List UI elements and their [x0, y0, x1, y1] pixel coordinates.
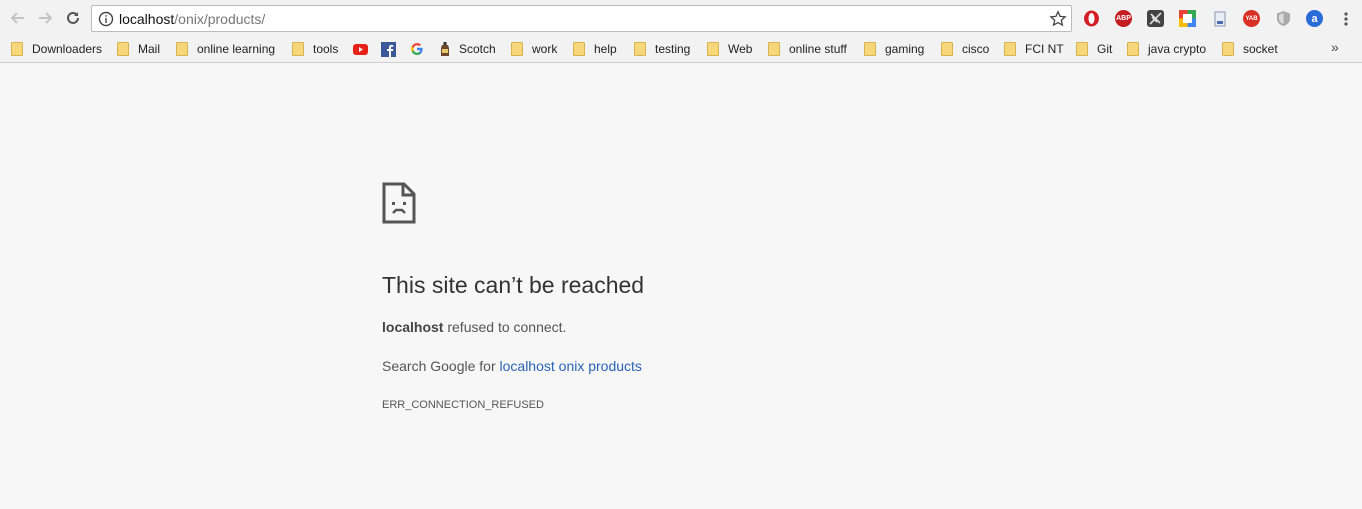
back-arrow-icon	[10, 12, 24, 24]
bookmark-gaming[interactable]: gaming	[864, 40, 924, 58]
bookmark-label: Mail	[138, 42, 161, 56]
bookmark-web[interactable]: Web	[707, 40, 752, 58]
bookmark-label: online stuff	[789, 42, 847, 56]
bookmark-mail[interactable]: Mail	[117, 40, 160, 58]
folder-icon	[1076, 42, 1088, 56]
bookmark-label: Scotch	[459, 42, 496, 56]
folder-icon	[573, 42, 585, 56]
folder-icon	[864, 42, 876, 56]
abp-label: ABP	[1116, 15, 1131, 22]
folder-icon	[292, 42, 304, 56]
bookmark-label: tools	[313, 42, 339, 56]
error-message-text: refused to connect.	[443, 319, 567, 335]
folder-icon	[941, 42, 953, 56]
reload-icon	[67, 11, 79, 24]
tools-extension-icon[interactable]	[1147, 10, 1164, 27]
bookmark-facebook[interactable]	[381, 40, 403, 58]
forward-button[interactable]	[35, 8, 55, 28]
folder-icon	[176, 42, 188, 56]
folder-icon	[768, 42, 780, 56]
folder-icon	[1222, 42, 1234, 56]
more-bookmarks-chevron-icon[interactable]: »	[1331, 39, 1339, 55]
scotch-icon	[437, 41, 452, 57]
document-extension-icon[interactable]	[1211, 10, 1228, 27]
suggest-prefix: Search Google for	[382, 358, 500, 374]
error-code: ERR_CONNECTION_REFUSED	[382, 399, 544, 411]
error-title: This site can’t be reached	[382, 272, 645, 298]
shield-extension-icon[interactable]	[1275, 10, 1292, 27]
search-suggestion: Search Google for localhost onix product…	[382, 358, 642, 374]
bookmark-work[interactable]: work	[511, 40, 557, 58]
bookmark-downloaders[interactable]: Downloaders	[11, 40, 102, 58]
info-icon[interactable]	[98, 11, 114, 27]
bookmark-label: FCI NT	[1025, 42, 1064, 56]
chrome-menu-icon[interactable]	[1337, 10, 1354, 27]
address-bar[interactable]: localhost/onix/products/	[91, 5, 1072, 32]
bookmark-label: cisco	[962, 42, 990, 56]
yab-extension-icon[interactable]: YAB	[1243, 10, 1260, 27]
bookmark-online-stuff[interactable]: online stuff	[768, 40, 847, 58]
folder-icon	[1004, 42, 1016, 56]
bookmark-label: gaming	[885, 42, 925, 56]
bookmark-label: Web	[728, 42, 753, 56]
bookmark-fci-nt[interactable]: FCI NT	[1004, 40, 1064, 58]
url-text[interactable]: localhost/onix/products/	[119, 11, 265, 27]
folder-icon	[117, 42, 129, 56]
folder-icon	[11, 42, 23, 56]
adblock-plus-extension-icon[interactable]: ABP	[1115, 10, 1132, 27]
folder-icon	[707, 42, 719, 56]
bookmarks-bar: Downloaders Mail online learning tools S…	[0, 37, 1362, 63]
bookmark-label: java crypto	[1148, 42, 1207, 56]
bookmark-label: online learning	[197, 42, 276, 56]
bookmark-label: testing	[655, 42, 691, 56]
folder-icon	[511, 42, 523, 56]
a-label: a	[1311, 12, 1318, 25]
bookmark-help[interactable]: help	[573, 40, 617, 58]
google-icon	[409, 42, 424, 57]
folder-icon	[634, 42, 646, 56]
bookmark-label: work	[532, 42, 558, 56]
youtube-icon	[353, 42, 368, 57]
error-host: localhost	[382, 319, 444, 335]
bookmark-google[interactable]	[409, 40, 431, 58]
bookmark-tools[interactable]: tools	[292, 40, 338, 58]
bookmark-testing[interactable]: testing	[634, 40, 690, 58]
bookmark-star-icon[interactable]	[1049, 10, 1067, 28]
url-path: /onix/products/	[174, 11, 266, 27]
bookmark-java-crypto[interactable]: java crypto	[1127, 40, 1206, 58]
bookmark-cisco[interactable]: cisco	[941, 40, 989, 58]
bookmark-socket[interactable]: socket	[1222, 40, 1278, 58]
facebook-icon	[381, 41, 396, 57]
a-extension-icon[interactable]: a	[1306, 10, 1323, 27]
google-translate-extension-icon[interactable]	[1179, 10, 1196, 27]
url-host: localhost	[119, 11, 175, 27]
browser-toolbar: localhost/onix/products/ ABP YAB a	[0, 0, 1362, 37]
bookmark-scotch[interactable]: Scotch	[437, 40, 496, 58]
opera-extension-icon[interactable]	[1083, 10, 1100, 27]
bookmark-label: help	[594, 42, 617, 56]
back-button[interactable]	[8, 8, 28, 28]
bookmark-label: socket	[1243, 42, 1278, 56]
bookmark-online-learning[interactable]: online learning	[176, 40, 275, 58]
bookmark-label: Git	[1097, 42, 1113, 56]
error-message: localhost refused to connect.	[382, 319, 566, 335]
search-google-link[interactable]: localhost onix products	[500, 358, 642, 374]
forward-arrow-icon	[39, 12, 53, 24]
sad-page-icon	[382, 182, 416, 224]
bookmark-git[interactable]: Git	[1076, 40, 1112, 58]
yab-label: YAB	[1245, 15, 1258, 22]
reload-button[interactable]	[63, 8, 83, 28]
bookmark-youtube[interactable]	[353, 40, 375, 58]
folder-icon	[1127, 42, 1139, 56]
bookmark-label: Downloaders	[32, 42, 103, 56]
